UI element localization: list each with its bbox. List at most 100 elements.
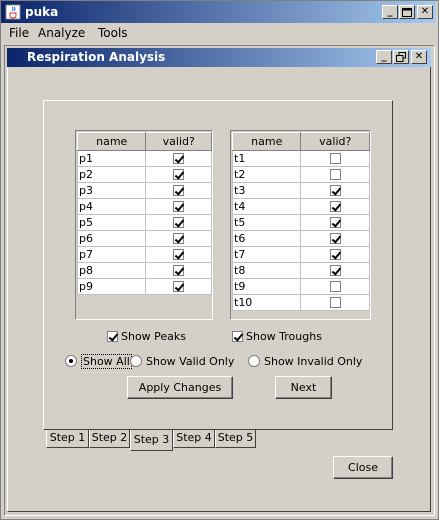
row-name-cell[interactable]: p9 bbox=[76, 278, 147, 295]
row-name-cell[interactable]: p2 bbox=[76, 166, 147, 183]
table-row[interactable]: t8 bbox=[231, 262, 370, 279]
table-row[interactable]: p4 bbox=[76, 198, 212, 215]
checked-checkbox-icon[interactable] bbox=[173, 153, 185, 164]
row-name-cell[interactable]: t1 bbox=[231, 150, 302, 167]
row-valid-cell[interactable] bbox=[300, 246, 370, 263]
internal-close-button[interactable]: ✕ bbox=[411, 50, 427, 64]
row-valid-cell[interactable] bbox=[300, 182, 370, 199]
show-troughs-checkbox[interactable]: Show Troughs bbox=[232, 330, 322, 343]
row-name-cell[interactable]: t6 bbox=[231, 230, 302, 247]
internal-frame-titlebar[interactable]: Respiration Analysis _ ✕ bbox=[7, 48, 431, 67]
minimize-button[interactable]: _ bbox=[382, 5, 398, 19]
checked-checkbox-icon[interactable] bbox=[173, 185, 185, 196]
show-troughs-check-icon[interactable] bbox=[232, 331, 243, 342]
tab-step-5[interactable]: Step 5 bbox=[215, 430, 256, 448]
checked-checkbox-icon[interactable] bbox=[173, 233, 185, 244]
tab-step-4[interactable]: Step 4 bbox=[173, 430, 215, 448]
show-peaks-checkbox[interactable]: Show Peaks bbox=[107, 330, 186, 343]
column-header-valid[interactable]: valid? bbox=[300, 132, 370, 151]
table-row[interactable]: t1 bbox=[231, 150, 370, 167]
row-name-cell[interactable]: p6 bbox=[76, 230, 147, 247]
next-button[interactable]: Next bbox=[275, 376, 332, 399]
tab-step-2[interactable]: Step 2 bbox=[89, 430, 130, 448]
row-valid-cell[interactable] bbox=[300, 214, 370, 231]
row-valid-cell[interactable] bbox=[145, 246, 212, 263]
row-valid-cell[interactable] bbox=[145, 150, 212, 167]
checked-checkbox-icon[interactable] bbox=[329, 185, 341, 196]
row-name-cell[interactable]: t7 bbox=[231, 246, 302, 263]
column-header-name[interactable]: name bbox=[231, 132, 302, 151]
table-row[interactable]: p9 bbox=[76, 278, 212, 295]
menu-analyze[interactable]: Analyze bbox=[38, 26, 85, 40]
row-valid-cell[interactable] bbox=[300, 150, 370, 167]
table-row[interactable]: t10 bbox=[231, 294, 370, 311]
table-row[interactable]: p7 bbox=[76, 246, 212, 263]
checked-checkbox-icon[interactable] bbox=[173, 265, 185, 276]
row-valid-cell[interactable] bbox=[145, 198, 212, 215]
table-row[interactable]: p8 bbox=[76, 262, 212, 279]
row-name-cell[interactable]: p8 bbox=[76, 262, 147, 279]
radio-selected-icon[interactable] bbox=[65, 355, 77, 367]
checked-checkbox-icon[interactable] bbox=[329, 249, 341, 260]
row-valid-cell[interactable] bbox=[145, 214, 212, 231]
unchecked-checkbox-icon[interactable] bbox=[329, 297, 341, 308]
column-header-name[interactable]: name bbox=[76, 132, 147, 151]
row-valid-cell[interactable] bbox=[300, 198, 370, 215]
radio-unselected-icon[interactable] bbox=[248, 355, 260, 367]
unchecked-checkbox-icon[interactable] bbox=[329, 169, 341, 180]
checked-checkbox-icon[interactable] bbox=[173, 281, 185, 292]
unchecked-checkbox-icon[interactable] bbox=[329, 281, 341, 292]
radio-unselected-icon[interactable] bbox=[130, 355, 142, 367]
row-name-cell[interactable]: t8 bbox=[231, 262, 302, 279]
row-valid-cell[interactable] bbox=[300, 278, 370, 295]
row-name-cell[interactable]: p3 bbox=[76, 182, 147, 199]
unchecked-checkbox-icon[interactable] bbox=[329, 153, 341, 164]
row-valid-cell[interactable] bbox=[300, 230, 370, 247]
row-name-cell[interactable]: t3 bbox=[231, 182, 302, 199]
table-row[interactable]: p5 bbox=[76, 214, 212, 231]
row-valid-cell[interactable] bbox=[145, 262, 212, 279]
row-valid-cell[interactable] bbox=[145, 182, 212, 199]
row-name-cell[interactable]: p4 bbox=[76, 198, 147, 215]
column-header-valid[interactable]: valid? bbox=[145, 132, 212, 151]
row-name-cell[interactable]: t5 bbox=[231, 214, 302, 231]
radio-show-all[interactable]: Show All bbox=[65, 354, 132, 369]
table-row[interactable]: p1 bbox=[76, 150, 212, 167]
checked-checkbox-icon[interactable] bbox=[329, 233, 341, 244]
checked-checkbox-icon[interactable] bbox=[173, 201, 185, 212]
close-window-button[interactable]: ✕ bbox=[417, 5, 433, 19]
row-name-cell[interactable]: p7 bbox=[76, 246, 147, 263]
row-name-cell[interactable]: t2 bbox=[231, 166, 302, 183]
row-valid-cell[interactable] bbox=[300, 262, 370, 279]
table-row[interactable]: p3 bbox=[76, 182, 212, 199]
menu-file[interactable]: File bbox=[9, 26, 29, 40]
row-name-cell[interactable]: p5 bbox=[76, 214, 147, 231]
checked-checkbox-icon[interactable] bbox=[173, 217, 185, 228]
table-row[interactable]: p6 bbox=[76, 230, 212, 247]
row-valid-cell[interactable] bbox=[145, 278, 212, 295]
checked-checkbox-icon[interactable] bbox=[329, 217, 341, 228]
radio-show-valid-only[interactable]: Show Valid Only bbox=[130, 355, 234, 368]
row-name-cell[interactable]: t10 bbox=[231, 294, 302, 311]
close-button[interactable]: Close bbox=[333, 456, 393, 479]
apply-changes-button[interactable]: Apply Changes bbox=[127, 376, 233, 399]
table-row[interactable]: t3 bbox=[231, 182, 370, 199]
internal-minimize-button[interactable]: _ bbox=[376, 50, 392, 64]
tab-step-1[interactable]: Step 1 bbox=[46, 430, 89, 448]
show-peaks-check-icon[interactable] bbox=[107, 331, 118, 342]
table-row[interactable]: t5 bbox=[231, 214, 370, 231]
row-name-cell[interactable]: t9 bbox=[231, 278, 302, 295]
row-valid-cell[interactable] bbox=[145, 166, 212, 183]
maximize-button[interactable] bbox=[399, 5, 415, 19]
checked-checkbox-icon[interactable] bbox=[329, 201, 341, 212]
checked-checkbox-icon[interactable] bbox=[329, 265, 341, 276]
row-name-cell[interactable]: t4 bbox=[231, 198, 302, 215]
window-titlebar[interactable]: puka _ ✕ bbox=[1, 1, 436, 23]
table-row[interactable]: t9 bbox=[231, 278, 370, 295]
internal-restore-button[interactable] bbox=[393, 50, 409, 64]
row-name-cell[interactable]: p1 bbox=[76, 150, 147, 167]
table-row[interactable]: t6 bbox=[231, 230, 370, 247]
table-row[interactable]: t4 bbox=[231, 198, 370, 215]
table-row[interactable]: p2 bbox=[76, 166, 212, 183]
row-valid-cell[interactable] bbox=[145, 230, 212, 247]
